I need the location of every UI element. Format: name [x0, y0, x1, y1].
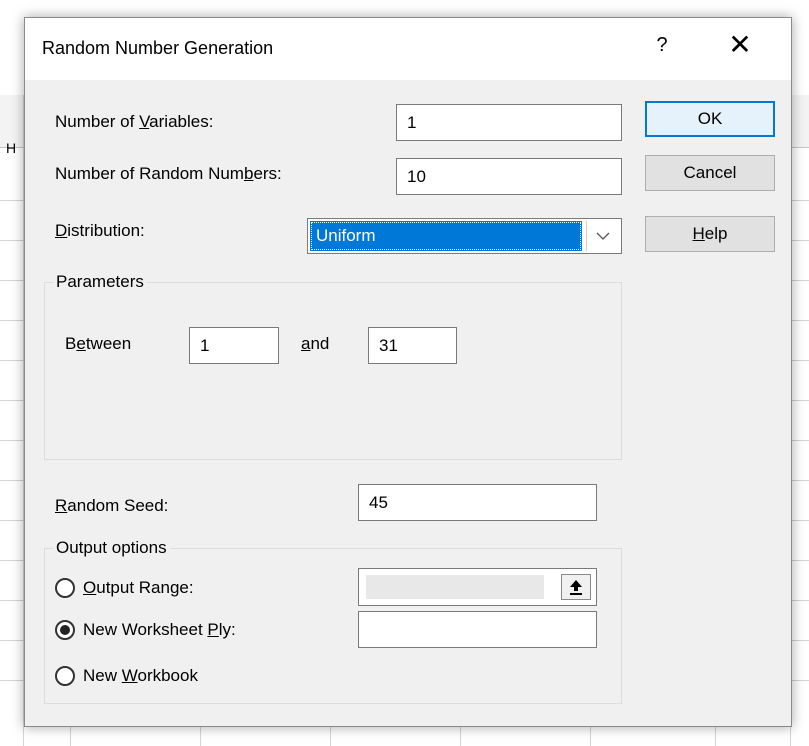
output-range-label: Output Range:: [83, 578, 194, 597]
grid-line: [460, 726, 461, 746]
grid-line: [790, 640, 809, 641]
dialog-titlebar: Random Number Generation ? ✕: [25, 18, 791, 80]
grid-line: [790, 280, 809, 281]
grid-line: [790, 680, 809, 681]
grid-line: [0, 560, 24, 561]
num-random-numbers-input[interactable]: [396, 158, 622, 195]
radio-button[interactable]: [55, 578, 75, 598]
grid-line: [790, 520, 809, 521]
and-input[interactable]: [368, 327, 457, 364]
grid-line: [0, 680, 24, 681]
parameters-group-label: Parameters: [53, 272, 147, 292]
grid-line: [590, 726, 591, 746]
new-workbook-radio[interactable]: New Workbook: [55, 666, 198, 686]
grid-line: [790, 360, 809, 361]
random-seed-input[interactable]: [358, 484, 597, 521]
random-seed-label: Random Seed:: [55, 496, 169, 515]
grid-line: [0, 360, 24, 361]
new-worksheet-ply-input[interactable]: [358, 611, 597, 648]
between-input[interactable]: [189, 327, 279, 364]
radio-button[interactable]: [55, 666, 75, 686]
between-label: Between: [65, 334, 132, 353]
num-variables-input[interactable]: [396, 104, 622, 141]
parameters-group: [44, 282, 622, 460]
cancel-button[interactable]: Cancel: [645, 155, 775, 191]
grid-line: [790, 240, 809, 241]
ok-button[interactable]: OK: [645, 101, 775, 137]
num-variables-label: Number of Variables:: [55, 112, 214, 131]
distribution-label: Distribution:: [55, 221, 145, 240]
grid-line: [790, 200, 809, 201]
output-options-label: Output options: [53, 538, 170, 558]
grid-line: [200, 726, 201, 746]
grid-line: [0, 280, 24, 281]
grid-line: [0, 240, 24, 241]
grid-line: [70, 726, 71, 746]
grid-line: [0, 520, 24, 521]
grid-line: [790, 400, 809, 401]
close-icon[interactable]: ✕: [725, 28, 755, 61]
grid-line: [790, 600, 809, 601]
arrow-up-collapse-icon[interactable]: [561, 574, 591, 600]
new-worksheet-ply-radio[interactable]: New Worksheet Ply:: [55, 620, 236, 640]
grid-line: [0, 600, 24, 601]
num-random-numbers-label: Number of Random Numbers:: [55, 164, 282, 183]
chevron-down-icon[interactable]: [586, 221, 619, 251]
grid-line: [790, 440, 809, 441]
grid-line: [790, 560, 809, 561]
random-number-generation-dialog: Random Number Generation ? ✕ Number of V…: [24, 17, 792, 727]
distribution-select[interactable]: Uniform: [307, 218, 622, 254]
new-worksheet-ply-label: New Worksheet Ply:: [83, 620, 236, 639]
output-range-radio[interactable]: Output Range:: [55, 578, 194, 598]
grid-line: [0, 320, 24, 321]
column-header-right: [790, 95, 809, 148]
grid-line: [0, 200, 24, 201]
output-range-input[interactable]: [366, 575, 544, 599]
and-label: and: [301, 334, 330, 353]
dialog-title: Random Number Generation: [42, 38, 274, 58]
grid-line: [0, 480, 24, 481]
grid-line: [715, 726, 716, 746]
radio-button-checked[interactable]: [55, 620, 75, 640]
column-header-label: H: [6, 140, 17, 156]
output-range-field[interactable]: [358, 568, 597, 606]
grid-line: [0, 400, 24, 401]
grid-line: [0, 640, 24, 641]
grid-line: [790, 480, 809, 481]
grid-line: [0, 440, 24, 441]
new-workbook-label: New Workbook: [83, 666, 198, 685]
help-button[interactable]: Help: [645, 216, 775, 252]
help-question-icon[interactable]: ?: [652, 34, 672, 57]
distribution-selected-value: Uniform: [310, 221, 582, 251]
grid-line: [330, 726, 331, 746]
grid-line: [790, 320, 809, 321]
